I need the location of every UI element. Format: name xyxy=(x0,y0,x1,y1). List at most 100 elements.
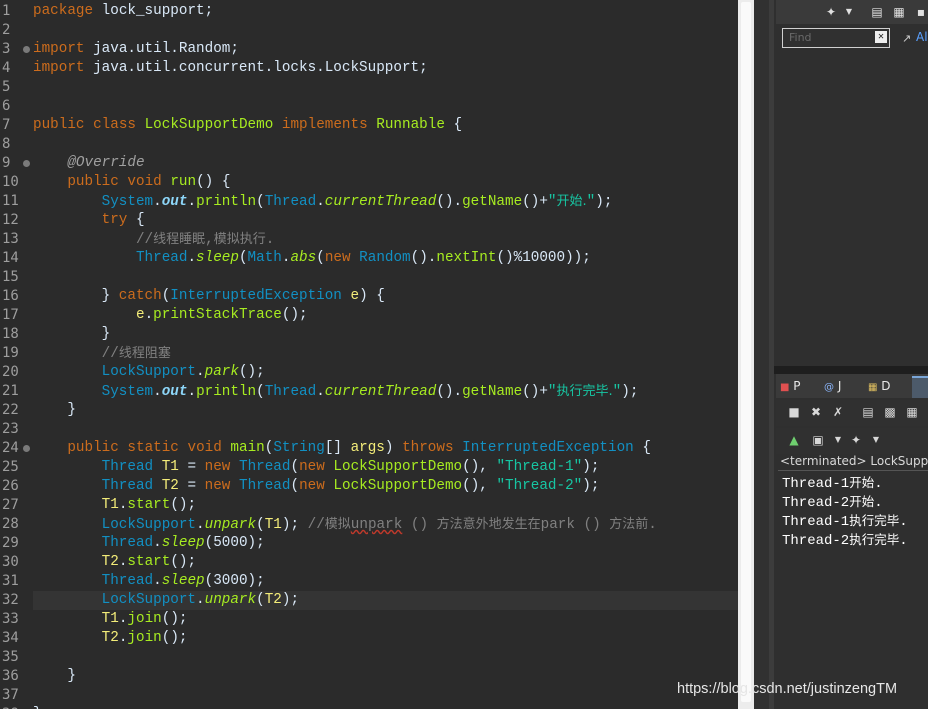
code-line[interactable]: LockSupport.unpark(T2); xyxy=(33,591,738,610)
line-number: 13 xyxy=(2,231,19,247)
line-number: 21 xyxy=(2,383,19,399)
line-number: 20 xyxy=(2,364,19,380)
code-line[interactable]: LockSupport.unpark(T1); //模拟unpark () 方法… xyxy=(33,515,657,534)
tab-label: D xyxy=(881,379,891,393)
problems-icon: ■ xyxy=(780,382,790,393)
panel-divider[interactable] xyxy=(774,366,928,374)
code-line[interactable]: Thread T2 = new Thread(new LockSupportDe… xyxy=(33,477,600,496)
line-number: 36 xyxy=(2,668,19,684)
code-line[interactable]: import java.util.Random; xyxy=(33,40,239,59)
code-line[interactable]: } xyxy=(33,325,111,344)
code-line[interactable]: T2.start(); xyxy=(33,553,196,572)
console-output-line: Thread-1执行完毕. xyxy=(782,513,908,530)
pin-console-icon[interactable]: ▲ xyxy=(786,432,802,448)
line-number: 35 xyxy=(2,649,19,665)
view-menu-icon[interactable]: ▪ xyxy=(912,3,928,21)
line-number: 16 xyxy=(2,288,19,304)
code-line[interactable]: Thread T1 = new Thread(new LockSupportDe… xyxy=(33,458,600,477)
divider xyxy=(778,470,928,471)
line-number: 32 xyxy=(2,592,19,608)
line-number: 12 xyxy=(2,212,19,228)
code-line[interactable]: //线程阻塞 xyxy=(33,344,171,363)
console-output-line: Thread-2执行完毕. xyxy=(782,532,908,549)
console-output-line: Thread-1开始. xyxy=(782,475,883,492)
clear-icon[interactable]: ✕ xyxy=(875,31,887,43)
line-number: 14 xyxy=(2,250,19,266)
line-number: 18 xyxy=(2,326,19,342)
tab-console[interactable] xyxy=(912,376,928,398)
tab-javadoc[interactable]: @ J xyxy=(824,378,841,394)
code-line[interactable]: LockSupport.park(); xyxy=(33,363,265,382)
outline-view: ✦ ▼ ▤ ▦ ▪ Find ✕ ↗ Al xyxy=(776,0,928,366)
code-line[interactable]: T2.join(); xyxy=(33,629,188,648)
fold-toggle-icon[interactable] xyxy=(23,445,30,452)
line-number: 25 xyxy=(2,459,19,475)
tab-label: P xyxy=(793,379,801,393)
tab-problems[interactable]: ■ P xyxy=(780,378,801,394)
code-line[interactable]: //线程睡眠,模拟执行. xyxy=(33,230,274,249)
code-line[interactable]: public void run() { xyxy=(33,173,230,192)
chevron-down-icon[interactable]: ▼ xyxy=(868,432,884,448)
line-number: 15 xyxy=(2,269,19,285)
chevron-down-icon[interactable]: ▼ xyxy=(830,432,846,448)
line-number: 3 xyxy=(2,41,11,57)
find-placeholder: Find xyxy=(789,31,812,44)
declaration-icon: ▦ xyxy=(868,382,878,393)
open-console-icon[interactable]: ✦ xyxy=(848,432,864,448)
find-input[interactable]: Find ✕ xyxy=(782,28,890,48)
line-number: 17 xyxy=(2,307,19,323)
find-all-link[interactable]: Al xyxy=(916,30,928,44)
terminated-label: <terminated> LockSuppo xyxy=(780,454,928,468)
code-line[interactable]: public class LockSupportDemo implements … xyxy=(33,116,462,135)
line-number: 27 xyxy=(2,497,19,513)
fold-toggle-icon[interactable] xyxy=(23,46,30,53)
code-line[interactable]: Thread.sleep(Math.abs(new Random().nextI… xyxy=(33,249,591,268)
scroll-lock-icon[interactable]: ▩ xyxy=(882,404,898,420)
code-line[interactable]: Thread.sleep(3000); xyxy=(33,572,265,591)
line-number: 26 xyxy=(2,478,19,494)
code-line[interactable]: } catch(InterruptedException e) { xyxy=(33,287,385,306)
code-line[interactable]: System.out.println(Thread.currentThread(… xyxy=(33,382,639,401)
line-number: 30 xyxy=(2,554,19,570)
scrollbar-thumb[interactable] xyxy=(741,2,751,702)
code-line[interactable]: } xyxy=(33,667,76,686)
display-console-icon[interactable]: ▣ xyxy=(810,432,826,448)
code-line[interactable]: } xyxy=(33,401,76,420)
chevron-down-icon[interactable]: ▼ xyxy=(840,3,858,21)
fold-toggle-icon[interactable] xyxy=(23,160,30,167)
code-line[interactable]: T1.start(); xyxy=(33,496,196,515)
code-editor[interactable]: 1 2 3 4 5 6 7 8 9 10 11 12 13 14 15 16 17 18 19 20 21 22 23 24 2… xyxy=(0,0,738,709)
new-item-icon[interactable]: ✦ xyxy=(822,3,840,21)
code-line[interactable]: Thread.sleep(5000); xyxy=(33,534,265,553)
line-number: 19 xyxy=(2,345,19,361)
code-line[interactable]: @Override xyxy=(33,154,144,173)
expand-all-icon[interactable]: ▦ xyxy=(890,3,908,21)
line-number: 11 xyxy=(2,193,19,209)
code-line[interactable]: System.out.println(Thread.currentThread(… xyxy=(33,192,613,211)
line-number: 28 xyxy=(2,516,19,532)
tab-declaration[interactable]: ▦ D xyxy=(868,378,891,394)
clear-console-icon[interactable]: ▤ xyxy=(860,404,876,420)
collapse-all-icon[interactable]: ▤ xyxy=(868,3,886,21)
code-line[interactable]: package lock_support; xyxy=(33,2,213,21)
pointer-icon: ↗ xyxy=(902,32,912,45)
line-number: 31 xyxy=(2,573,19,589)
code-line[interactable]: import java.util.concurrent.locks.LockSu… xyxy=(33,59,428,78)
line-number: 34 xyxy=(2,630,19,646)
remove-launch-icon[interactable]: ✖ xyxy=(808,404,824,420)
remove-all-icon[interactable]: ✗ xyxy=(830,404,846,420)
word-wrap-icon[interactable]: ▦ xyxy=(904,404,920,420)
terminate-icon[interactable]: ■ xyxy=(786,404,802,420)
code-line[interactable]: try { xyxy=(33,211,145,230)
code-line[interactable]: } xyxy=(33,705,42,709)
code-line[interactable]: public static void main(String[] args) t… xyxy=(33,439,651,458)
line-number: 10 xyxy=(2,174,19,190)
outline-toolbar: ✦ ▼ ▤ ▦ ▪ xyxy=(776,0,928,24)
line-number: 2 xyxy=(2,22,11,38)
line-number: 23 xyxy=(2,421,19,437)
code-line[interactable]: e.printStackTrace(); xyxy=(33,306,308,325)
editor-vertical-scrollbar[interactable] xyxy=(738,0,754,709)
line-number: 5 xyxy=(2,79,11,95)
code-line[interactable]: T1.join(); xyxy=(33,610,188,629)
line-number: 4 xyxy=(2,60,11,76)
